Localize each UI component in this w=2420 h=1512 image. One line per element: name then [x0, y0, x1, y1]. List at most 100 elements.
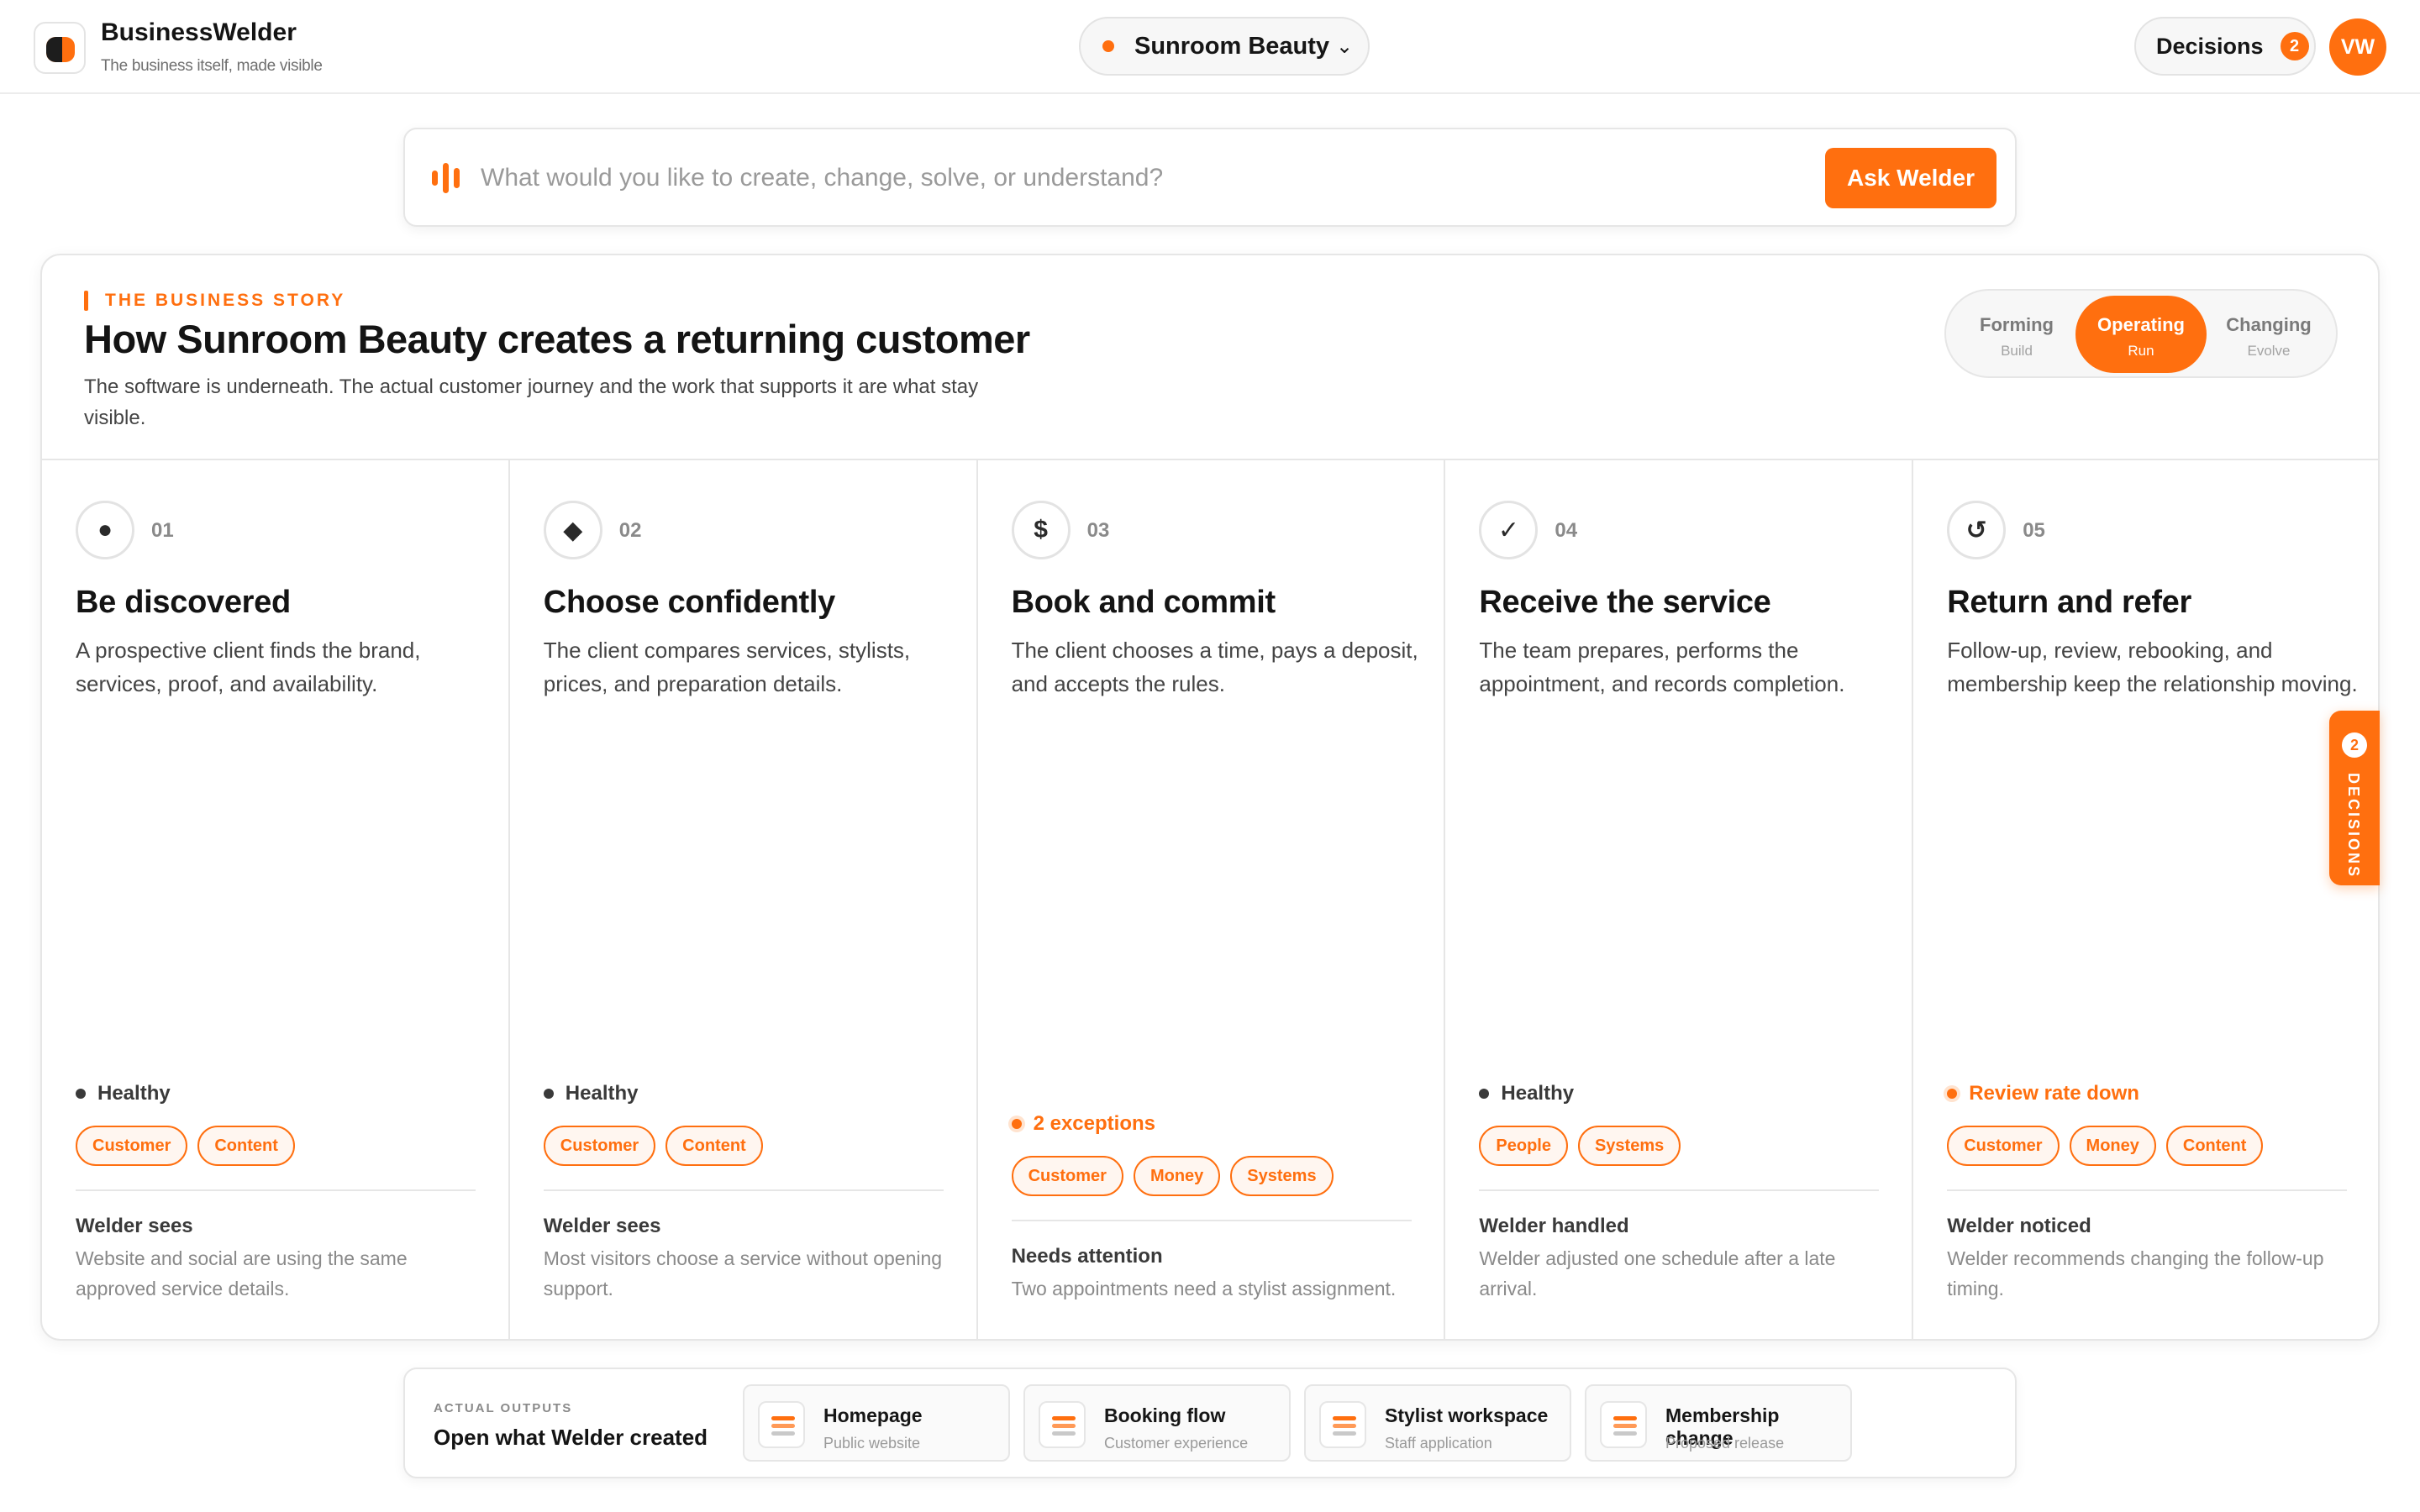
stage-card[interactable]: ↺ 05 Return and refer Follow-up, review,… — [1913, 460, 2378, 1339]
stage-card[interactable]: ◆ 02 Choose confidently The client compa… — [510, 460, 978, 1339]
tag-chip[interactable]: Customer — [76, 1126, 188, 1166]
welder-note-text: Welder adjusted one schedule after a lat… — [1479, 1247, 1836, 1299]
output-name: Stylist workspace — [1385, 1404, 1549, 1426]
stage-card[interactable]: ✓ 04 Receive the service The team prepar… — [1445, 460, 1914, 1339]
stage-description: The client compares services, stylists, … — [543, 638, 911, 696]
phase-label: Forming — [1980, 314, 2054, 335]
tag-chip[interactable]: Content — [666, 1126, 763, 1166]
tag-chip[interactable]: Customer — [543, 1126, 656, 1166]
status-dot — [76, 1089, 86, 1099]
outputs-eyebrow: ACTUAL OUTPUTS — [434, 1401, 573, 1415]
dollar-icon: $ — [1011, 501, 1071, 559]
stage-tags: Customer Content — [76, 1126, 305, 1166]
welder-note-text: Website and social are using the same ap… — [76, 1247, 408, 1299]
tag-chip[interactable]: Systems — [1577, 1126, 1681, 1166]
document-icon — [1600, 1401, 1647, 1448]
ask-input[interactable] — [481, 151, 1371, 205]
phase-sub: Evolve — [2247, 343, 2291, 359]
tag-chip[interactable]: Systems — [1230, 1156, 1334, 1196]
chevron-down-icon: ⌄ — [1336, 34, 1354, 58]
welder-note-text: Two appointments need a stylist assignme… — [1011, 1278, 1397, 1299]
stage-number: 01 — [151, 519, 174, 542]
output-card-membership-change[interactable]: Membership change Proposed release — [1585, 1384, 1852, 1462]
welder-note-text: Most visitors choose a service without o… — [543, 1247, 943, 1299]
stage-status[interactable]: Review rate down — [1947, 1082, 2139, 1105]
stage-number: 05 — [2023, 519, 2045, 542]
tag-chip[interactable]: Customer — [1011, 1156, 1123, 1196]
tag-chip[interactable]: People — [1479, 1126, 1568, 1166]
tag-chip[interactable]: Customer — [1947, 1126, 2060, 1166]
stage-number: 02 — [618, 519, 642, 542]
status-dot — [1011, 1119, 1022, 1129]
business-selector[interactable]: Sunroom Beauty ⌄ — [1079, 17, 1370, 76]
refresh-icon: ↺ — [1947, 501, 2007, 559]
stage-tags: Customer Content — [543, 1126, 773, 1166]
stage-status: Healthy — [76, 1082, 171, 1105]
output-sub: Public website — [823, 1435, 921, 1452]
phase-sub: Build — [2001, 343, 2033, 359]
user-avatar[interactable]: VW — [2329, 18, 2386, 76]
story-title: How Sunroom Beauty creates a returning c… — [84, 317, 1030, 361]
tag-chip[interactable]: Money — [1133, 1156, 1221, 1196]
stage-tags: Customer Money Systems — [1011, 1156, 1344, 1196]
status-text: Healthy — [565, 1082, 639, 1105]
stage-number: 03 — [1086, 519, 1110, 542]
diamond-icon: ◆ — [543, 501, 602, 559]
business-story-card: THE BUSINESS STORY How Sunroom Beauty cr… — [40, 254, 2380, 1341]
welder-note-title: Needs attention — [1011, 1245, 1163, 1268]
phase-sub: Run — [2128, 343, 2154, 359]
app-name: BusinessWelder — [101, 18, 297, 46]
tag-chip[interactable]: Money — [2069, 1126, 2156, 1166]
phase-label: Operating — [2097, 314, 2185, 335]
top-bar: BusinessWelder The business itself, made… — [0, 0, 2420, 94]
eyebrow-text: THE BUSINESS STORY — [105, 291, 346, 310]
ask-welder-button[interactable]: Ask Welder — [1825, 148, 1996, 208]
stage-description: The client chooses a time, pays a deposi… — [1011, 638, 1418, 696]
decisions-count-badge: 2 — [2280, 32, 2309, 60]
stage-status[interactable]: 2 exceptions — [1011, 1112, 1155, 1136]
actual-outputs-bar: ACTUAL OUTPUTS Open what Welder created … — [403, 1368, 2017, 1478]
output-name: Booking flow — [1104, 1404, 1226, 1426]
app-tagline: The business itself, made visible — [101, 57, 323, 75]
decisions-button[interactable]: Decisions 2 — [2134, 17, 2316, 76]
status-text: 2 exceptions — [1033, 1112, 1155, 1135]
stage-title: Book and commit — [1011, 585, 1276, 620]
decisions-label: Decisions — [2156, 33, 2264, 59]
stage-tags: People Systems — [1479, 1126, 1691, 1166]
story-header: THE BUSINESS STORY How Sunroom Beauty cr… — [42, 255, 2378, 460]
decisions-side-tab[interactable]: 2 DECISIONS — [2329, 711, 2380, 885]
status-text: Healthy — [1501, 1082, 1575, 1105]
divider — [1947, 1189, 2348, 1191]
output-card-booking-flow[interactable]: Booking flow Customer experience — [1023, 1384, 1291, 1462]
phase-operating[interactable]: Operating Run — [2075, 296, 2207, 373]
ask-bar: Ask Welder — [403, 128, 2017, 227]
voice-waveform-icon[interactable] — [432, 163, 464, 193]
status-text: Healthy — [97, 1082, 171, 1105]
business-status-dot — [1102, 40, 1114, 52]
stage-card[interactable]: $ 03 Book and commit The client chooses … — [978, 460, 1446, 1339]
document-icon — [1039, 1401, 1086, 1448]
output-sub: Customer experience — [1104, 1435, 1249, 1452]
journey-stages: ● 01 Be discovered A prospective client … — [42, 460, 2378, 1339]
phase-label: Changing — [2226, 314, 2312, 335]
divider — [543, 1189, 944, 1191]
checkmark-icon: ✓ — [1479, 501, 1539, 559]
output-sub: Proposed release — [1665, 1435, 1785, 1452]
phase-changing[interactable]: Changing Evolve — [2203, 296, 2334, 373]
decisions-tab-count: 2 — [2342, 732, 2367, 758]
stage-description: A prospective client finds the brand, se… — [76, 638, 421, 696]
dot-icon: ● — [76, 501, 134, 559]
stage-title: Choose confidently — [543, 585, 835, 620]
stage-card[interactable]: ● 01 Be discovered A prospective client … — [42, 460, 510, 1339]
output-card-stylist-workspace[interactable]: Stylist workspace Staff application — [1304, 1384, 1571, 1462]
story-subtitle: The software is underneath. The actual c… — [84, 375, 979, 429]
phase-forming[interactable]: Forming Build — [1951, 296, 2082, 373]
app-logo[interactable] — [34, 22, 86, 74]
tag-chip[interactable]: Content — [197, 1126, 295, 1166]
outputs-title: Open what Welder created — [434, 1425, 708, 1450]
output-card-homepage[interactable]: Homepage Public website — [743, 1384, 1010, 1462]
stage-description: The team prepares, performs the appointm… — [1479, 638, 1845, 696]
divider — [1479, 1189, 1880, 1191]
stage-number: 04 — [1555, 519, 1578, 542]
tag-chip[interactable]: Content — [2165, 1126, 2264, 1166]
